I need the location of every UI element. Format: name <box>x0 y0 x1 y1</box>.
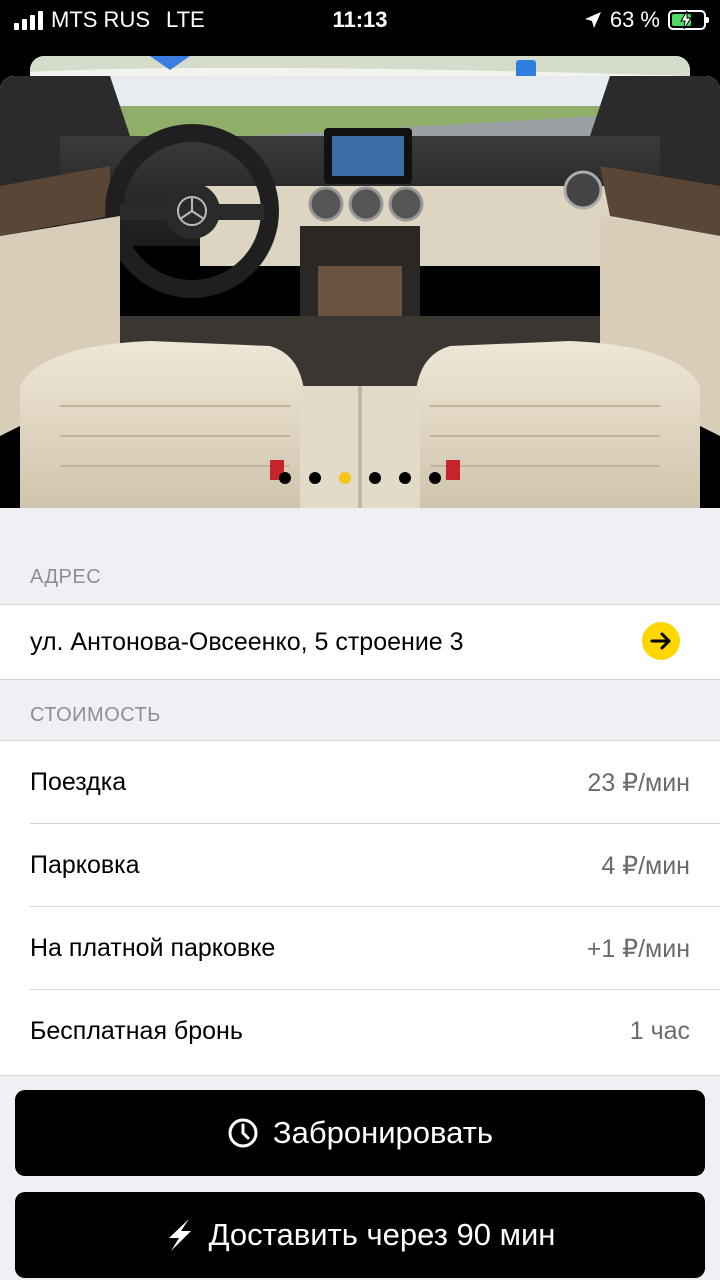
price-label: Поездка <box>30 768 127 796</box>
location-arrow-icon <box>584 12 601 28</box>
pagination-dot[interactable] <box>429 472 441 484</box>
status-right: 63 % <box>584 7 709 33</box>
pagination-dot[interactable] <box>339 472 351 484</box>
price-row-parking: Парковка 4 ₽/мин <box>0 824 720 907</box>
book-button[interactable]: Забронировать <box>15 1090 705 1176</box>
price-value: 4 ₽/мин <box>601 852 690 880</box>
navigate-arrow-icon[interactable] <box>642 622 680 660</box>
status-bar: MTS RUS LTE 11:13 63 % <box>0 0 720 40</box>
price-label: Парковка <box>30 851 140 879</box>
price-label: Бесплатная бронь <box>30 1017 243 1045</box>
address-row[interactable]: ул. Антонова-Овсеенко, 5 строение 3 <box>0 604 720 680</box>
pagination-dot[interactable] <box>399 472 411 484</box>
deliver-button[interactable]: Доставить через 90 мин <box>15 1192 705 1278</box>
price-value: 23 ₽/мин <box>587 769 690 797</box>
lightning-icon <box>168 1219 191 1251</box>
address-section-header: АДРЕС <box>30 566 102 588</box>
gallery-pagination[interactable] <box>0 472 720 484</box>
cost-section-header: СТОИМОСТЬ <box>30 704 161 726</box>
pagination-dot[interactable] <box>309 472 321 484</box>
price-row-paid-parking: На платной парковке +1 ₽/мин <box>0 907 720 990</box>
address-text: ул. Антонова-Овсеенко, 5 строение 3 <box>30 628 464 656</box>
price-row-free-booking: Бесплатная бронь 1 час <box>0 990 720 1073</box>
pagination-dot[interactable] <box>369 472 381 484</box>
battery-icon <box>668 10 709 30</box>
clock-icon <box>228 1118 258 1148</box>
price-label: На платной парковке <box>30 934 276 962</box>
car-photo[interactable] <box>0 76 720 508</box>
price-value: 1 час <box>629 1017 690 1045</box>
price-row-trip: Поездка 23 ₽/мин <box>0 741 720 824</box>
price-list: Поездка 23 ₽/мин Парковка 4 ₽/мин На пла… <box>0 740 720 1076</box>
battery-percent: 63 % <box>609 7 660 32</box>
deliver-button-label: Доставить через 90 мин <box>208 1217 556 1252</box>
price-value: +1 ₽/мин <box>586 935 690 963</box>
book-button-label: Забронировать <box>272 1115 494 1150</box>
pagination-dot[interactable] <box>279 472 291 484</box>
